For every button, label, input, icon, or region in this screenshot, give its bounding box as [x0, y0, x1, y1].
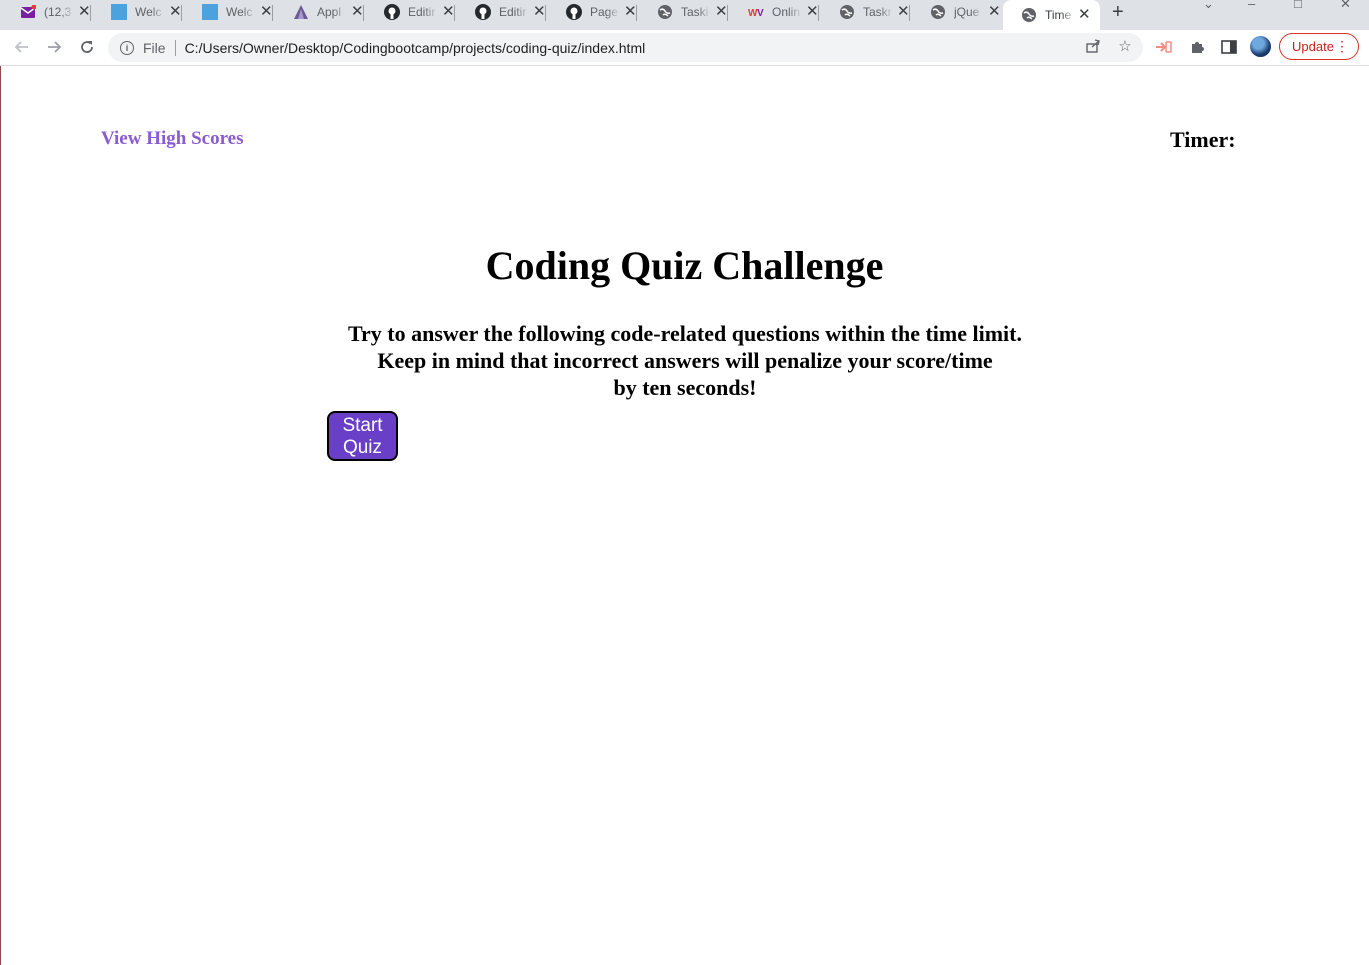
address-bar[interactable]: i File C:/Users/Owner/Desktop/Codingboot…: [108, 33, 1143, 62]
forward-arrow-icon[interactable]: [42, 35, 66, 59]
back-arrow-icon[interactable]: [10, 35, 34, 59]
github-icon: [475, 4, 491, 20]
tab-github-editing-1[interactable]: Editir ✕: [364, 0, 455, 24]
wv-logo-icon: WV: [748, 4, 764, 20]
scheme-label: File: [143, 39, 166, 56]
tab-close-icon[interactable]: ✕: [442, 4, 455, 20]
tab-close-icon[interactable]: ✕: [715, 4, 728, 20]
extension-redirect-icon[interactable]: [1154, 37, 1174, 57]
page-title: Coding Quiz Challenge: [485, 243, 884, 288]
tab-title: Welc: [226, 5, 253, 19]
profile-avatar[interactable]: [1250, 36, 1271, 57]
share-icon[interactable]: [1084, 37, 1102, 55]
timer-label: Timer:: [1170, 127, 1236, 152]
tab-timed-quiz-active[interactable]: Time ✕: [1003, 0, 1100, 30]
tab-close-icon[interactable]: ✕: [351, 4, 364, 20]
chevron-down-icon[interactable]: ⌄: [1203, 0, 1214, 12]
tab-title: Appl: [317, 5, 342, 19]
tab-github-page[interactable]: Page ✕: [546, 0, 637, 24]
tab-welcome-2[interactable]: Welc ✕: [182, 0, 273, 24]
triangle-logo-icon: [293, 4, 309, 20]
tab-close-icon[interactable]: ✕: [806, 4, 819, 20]
start-button-line: Start: [342, 414, 383, 436]
globe-icon: [1021, 7, 1037, 23]
globe-icon: [657, 4, 673, 20]
tab-title: Time: [1045, 8, 1072, 22]
tab-title: Onlin: [772, 5, 801, 19]
kebab-menu-icon[interactable]: ⋮: [1335, 37, 1349, 55]
tab-close-icon[interactable]: ✕: [533, 4, 546, 20]
tab-taskinator-1[interactable]: Taski ✕: [637, 0, 728, 24]
tab-close-icon[interactable]: ✕: [169, 4, 182, 20]
instructions-line: Keep in mind that incorrect answers will…: [377, 348, 993, 373]
tab-close-icon[interactable]: ✕: [1078, 7, 1091, 23]
minimize-icon[interactable]: –: [1248, 0, 1255, 11]
globe-icon: [930, 4, 946, 20]
instructions-line: by ten seconds!: [613, 375, 757, 400]
window-edge: [0, 66, 1, 965]
globe-icon: [839, 4, 855, 20]
tab-github-editing-2[interactable]: Editir ✕: [455, 0, 546, 24]
side-panel-icon[interactable]: [1219, 37, 1239, 57]
bookmark-star-icon[interactable]: ☆: [1116, 37, 1134, 55]
tab-title: Taskr: [863, 5, 892, 19]
tab-title: jQue: [954, 5, 980, 19]
view-high-scores-link[interactable]: View High Scores: [101, 128, 244, 150]
tab-close-icon[interactable]: ✕: [988, 4, 1001, 20]
tab-close-icon[interactable]: ✕: [78, 4, 91, 20]
tab-title: Page: [590, 5, 619, 19]
instructions-text: Try to answer the following code-related…: [326, 320, 1044, 401]
tab-title: (12,3: [44, 5, 72, 19]
tab-title: Taski: [681, 5, 709, 19]
tab-title: Editir: [408, 5, 436, 19]
address-divider: [174, 39, 176, 56]
new-tab-plus-icon[interactable]: +: [1112, 2, 1124, 22]
tab-close-icon[interactable]: ✕: [897, 4, 910, 20]
tab-title: Welc: [135, 5, 162, 19]
tab-title: Editir: [499, 5, 527, 19]
github-icon: [384, 4, 400, 20]
tab-strip: (12,3 ✕ Welc ✕ Welc ✕ Appl ✕ Editir ✕ Ed…: [0, 0, 1369, 30]
tab-jquery[interactable]: jQue ✕: [910, 0, 1001, 24]
github-icon: [566, 4, 582, 20]
tab-taskinator-2[interactable]: Taskr ✕: [819, 0, 910, 24]
update-button[interactable]: Update ⋮: [1279, 33, 1359, 60]
browser-toolbar: i File C:/Users/Owner/Desktop/Codingboot…: [0, 30, 1369, 66]
window-close-icon[interactable]: ✕: [1340, 0, 1351, 12]
svg-text:V: V: [757, 8, 764, 19]
tab-online[interactable]: WV Onlin ✕: [728, 0, 819, 24]
update-label: Update: [1292, 39, 1334, 54]
instructions-line: Try to answer the following code-related…: [347, 321, 1022, 346]
square-icon: [111, 4, 127, 20]
extensions-puzzle-icon[interactable]: [1187, 37, 1207, 57]
page-content: View High Scores Timer: Coding Quiz Chal…: [0, 66, 1369, 965]
info-icon[interactable]: i: [120, 40, 134, 55]
tab-close-icon[interactable]: ✕: [260, 4, 273, 20]
tab-gmail[interactable]: (12,3 ✕: [0, 0, 91, 24]
tab-close-icon[interactable]: ✕: [624, 4, 637, 20]
url-text[interactable]: C:/Users/Owner/Desktop/Codingbootcamp/pr…: [185, 40, 646, 56]
maximize-icon[interactable]: □: [1294, 0, 1302, 11]
square-icon: [202, 4, 218, 20]
reload-icon[interactable]: [75, 35, 99, 59]
mail-icon: [20, 4, 36, 20]
start-quiz-button[interactable]: Start Quiz: [327, 411, 398, 461]
start-button-line: Quiz: [342, 436, 383, 458]
tab-welcome-1[interactable]: Welc ✕: [91, 0, 182, 24]
tab-application[interactable]: Appl ✕: [273, 0, 364, 24]
